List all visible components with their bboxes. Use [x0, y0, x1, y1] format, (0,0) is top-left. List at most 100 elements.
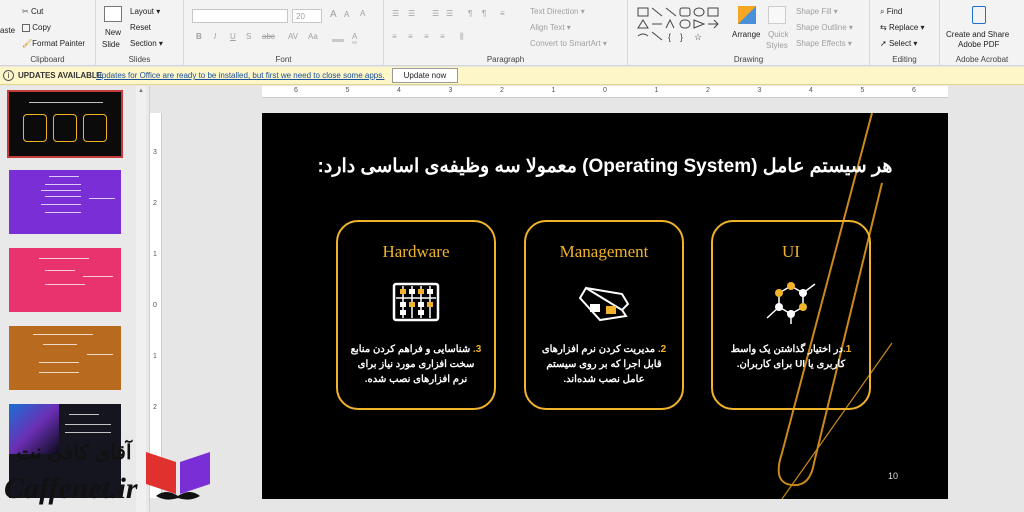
update-title: UPDATES AVAILABLE — [18, 71, 103, 80]
page-number: 10 — [887, 471, 898, 481]
quick-styles-button[interactable]: Quick — [768, 30, 788, 39]
slide-thumbnail-11[interactable] — [9, 170, 121, 234]
clipboard-label: Clipboard — [30, 55, 65, 64]
acrobat-group: Create and Share Adobe PDF Adobe Acrobat — [940, 0, 1024, 66]
align-center-icon[interactable]: ≡ — [408, 32, 413, 41]
brush-icon: 🖌 — [22, 39, 33, 49]
arrange-icon[interactable] — [738, 6, 756, 24]
case-button[interactable]: Aa — [308, 32, 318, 41]
paste-button[interactable]: aste — [0, 26, 15, 35]
spacing-button[interactable]: AV — [288, 32, 298, 41]
scroll-up-arrow-icon[interactable]: ▲ — [138, 88, 144, 94]
svg-text:{: { — [668, 32, 671, 42]
ruler-tick-label: 5 — [345, 87, 350, 94]
slides-group: New Slide Layout ▾ Reset Section ▾ Slide… — [96, 0, 184, 66]
highlight-icon[interactable] — [332, 30, 344, 42]
bullets-icon[interactable]: ☰ — [392, 9, 399, 18]
text-direction-button[interactable]: Text Direction ▾ — [530, 7, 585, 16]
shrink-font-button[interactable]: A — [344, 10, 349, 19]
font-color-button[interactable]: A — [352, 32, 358, 44]
logo-persian-text: آقای کافی نت — [16, 442, 132, 464]
ruler-tick-label: 2 — [706, 87, 710, 94]
card-ui: UI 1.در اختیار گذاشتن یک واسط کاربری یا … — [711, 220, 871, 410]
ruler-tick-label: 1 — [654, 87, 659, 94]
copy-icon — [22, 23, 30, 32]
shadow-button[interactable]: S — [246, 32, 251, 41]
select-button[interactable]: ➚ Select ▾ — [880, 39, 917, 48]
new-slide-button-2[interactable]: Slide — [102, 40, 120, 49]
align-text-button[interactable]: Align Text ▾ — [530, 23, 571, 32]
align-left-icon[interactable]: ≡ — [392, 32, 397, 41]
cut-button[interactable]: ✂ Cut — [22, 7, 43, 16]
slide-thumbnail-10[interactable] — [7, 90, 123, 158]
justify-icon[interactable]: ≡ — [440, 32, 445, 41]
cursor-icon: ➚ — [880, 39, 887, 48]
strike-button[interactable]: abc — [262, 32, 275, 41]
card-text: 1.در اختیار گذاشتن یک واسط کاربری یا UI … — [730, 344, 852, 370]
ruler-tick-label: 1 — [153, 353, 157, 360]
line-spacing-icon[interactable]: ≡ — [500, 9, 505, 18]
book-icon — [146, 452, 210, 500]
font-label: Font — [275, 55, 292, 64]
numbering-icon[interactable]: ☰ — [408, 9, 415, 18]
pdf-icon[interactable] — [972, 6, 986, 24]
ruler-tick-label: 6 — [912, 87, 916, 94]
horizontal-ruler[interactable]: 6 5 4 3 2 1 0 1 2 3 4 5 6 — [262, 86, 948, 98]
layout-button[interactable]: Layout ▾ — [130, 7, 160, 16]
align-right-icon[interactable]: ≡ — [424, 32, 429, 41]
increase-indent-icon[interactable]: ☰ — [446, 9, 453, 18]
arrange-button[interactable]: Arrange — [732, 30, 760, 39]
network-nodes-icon — [766, 282, 816, 324]
rtl-icon[interactable]: ¶ — [468, 9, 472, 18]
info-icon: i — [3, 70, 14, 81]
ruler-tick-label: 3 — [448, 87, 453, 94]
slide-thumbnail-13[interactable] — [9, 326, 121, 390]
shape-outline-button[interactable]: Shape Outline ▾ — [796, 23, 853, 32]
find-button[interactable]: ⌕ Find — [880, 7, 902, 17]
scissors-icon: ✂ — [22, 7, 29, 17]
new-slide-icon[interactable] — [104, 6, 122, 22]
update-now-button[interactable]: Update now — [392, 68, 458, 83]
shapes-gallery-icon[interactable]: {} ☆ — [636, 6, 732, 46]
quick-styles-button-2[interactable]: Styles — [766, 41, 788, 50]
create-pdf-button[interactable]: Create and Share — [946, 30, 1009, 39]
format-painter-button[interactable]: 🖌Format Painter — [22, 39, 85, 48]
replace-button[interactable]: ⇆ Replace ▾ — [880, 23, 925, 32]
ltr-icon[interactable]: ¶ — [482, 9, 486, 18]
card-text: 2. مدیریت کردن نرم افزارهای قابل اجرا که… — [541, 344, 667, 385]
ribbon: aste ✂ Cut Copy 🖌Format Painter Clipboar… — [0, 0, 1024, 66]
columns-icon[interactable]: ⫼ — [460, 32, 464, 42]
slide-thumbnail-12[interactable] — [9, 248, 121, 312]
abacus-icon — [392, 282, 440, 322]
ruler-tick-label: 2 — [500, 87, 504, 94]
ruler-tick-label: 4 — [809, 87, 813, 94]
find-icon: ⌕ — [880, 7, 885, 16]
new-slide-button[interactable]: New — [105, 28, 121, 37]
slides-label: Slides — [128, 55, 151, 64]
card-management: Management 2. مدیریت کردن نرم افزارهای ق… — [524, 220, 684, 410]
shape-fill-button[interactable]: Shape Fill ▾ — [796, 7, 838, 16]
font-name-input[interactable] — [192, 9, 288, 23]
ruler-tick-label: 3 — [757, 87, 762, 94]
section-button[interactable]: Section ▾ — [130, 39, 163, 48]
drawing-label: Drawing — [733, 55, 764, 64]
shape-effects-button[interactable]: Shape Effects ▾ — [796, 39, 852, 48]
bold-button[interactable]: B — [196, 32, 202, 41]
copy-button[interactable]: Copy — [22, 23, 51, 32]
convert-smartart-button[interactable]: Convert to SmartArt ▾ — [530, 39, 607, 48]
editing-label: Editing — [892, 55, 917, 64]
font-size-input[interactable]: 20 — [292, 9, 322, 23]
underline-button[interactable]: U — [230, 32, 236, 41]
clear-format-button[interactable]: A — [360, 9, 365, 18]
card-title: Hardware — [382, 242, 450, 261]
quick-styles-icon[interactable] — [768, 6, 786, 24]
reset-button[interactable]: Reset — [130, 23, 151, 32]
grow-font-button[interactable]: A — [330, 9, 337, 20]
create-pdf-button-2[interactable]: Adobe PDF — [958, 40, 999, 49]
italic-button[interactable]: I — [214, 32, 216, 41]
replace-icon: ⇆ — [880, 23, 887, 32]
update-message-link[interactable]: Updates for Office are ready to be insta… — [96, 71, 384, 80]
slide[interactable]: هر سیستم عامل (Operating System) معمولا … — [262, 113, 948, 499]
decrease-indent-icon[interactable]: ☰ — [432, 9, 439, 18]
ruler-tick-label: 6 — [294, 87, 298, 94]
